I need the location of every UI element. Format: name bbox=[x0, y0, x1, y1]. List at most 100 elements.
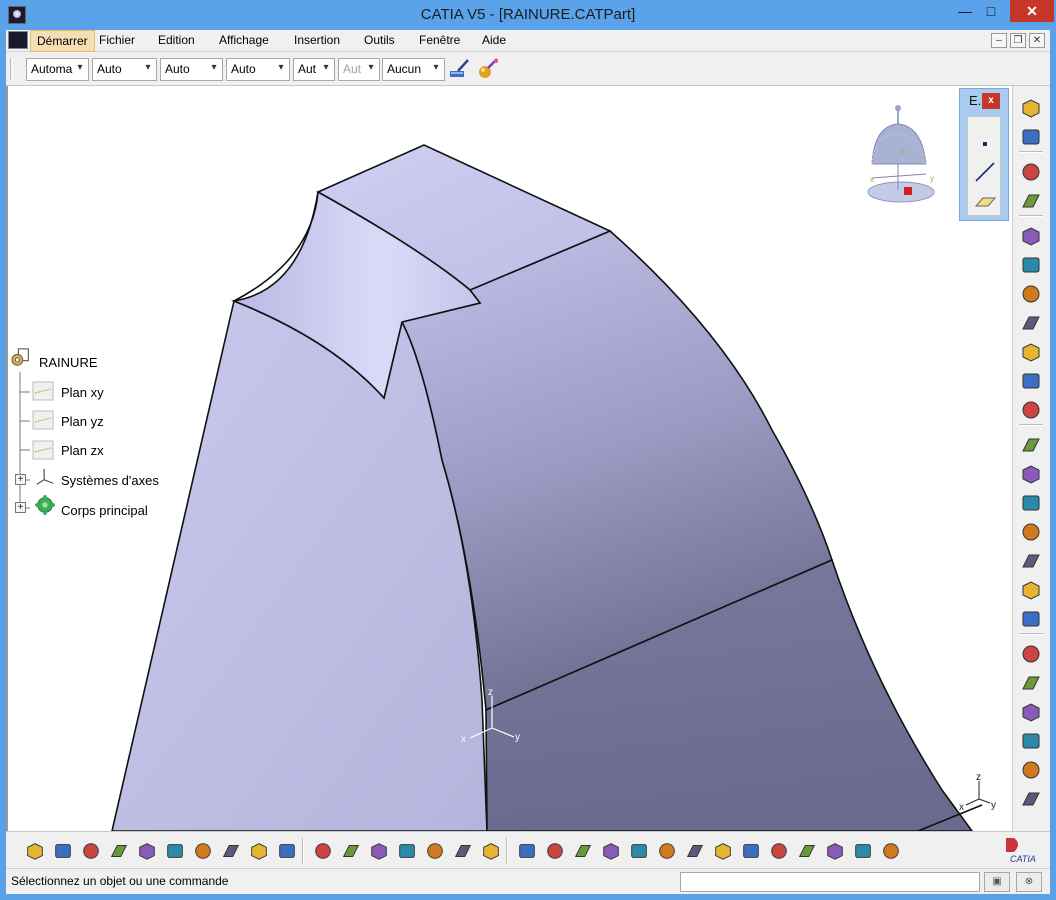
normal-view-icon[interactable] bbox=[684, 840, 706, 862]
print-icon[interactable] bbox=[108, 840, 130, 862]
rotate-icon[interactable] bbox=[600, 840, 622, 862]
point-symbol-combo[interactable]: Aut ▾ bbox=[293, 58, 335, 81]
menu-insertion[interactable]: Insertion bbox=[294, 33, 340, 47]
doc-close-button[interactable]: ✕ bbox=[1029, 33, 1045, 48]
line-thickness-combo[interactable]: Auto ▾ bbox=[160, 58, 223, 81]
menu-affichage[interactable]: Affichage bbox=[219, 33, 269, 47]
menu-aide[interactable]: Aide bbox=[482, 33, 506, 47]
expand-axis-systems-button[interactable]: + bbox=[15, 474, 26, 485]
analysis-icon[interactable] bbox=[880, 840, 902, 862]
floating-toolbar-close-button[interactable]: x bbox=[982, 93, 1000, 109]
expand-main-body-button[interactable]: + bbox=[15, 502, 26, 513]
doc-minimize-button[interactable]: – bbox=[991, 33, 1007, 48]
sew-surface-icon[interactable] bbox=[1019, 671, 1043, 695]
copy-icon[interactable] bbox=[164, 840, 186, 862]
chevron-down-icon[interactable]: ▾ bbox=[208, 62, 220, 77]
document-icon[interactable] bbox=[8, 31, 28, 49]
split-icon[interactable] bbox=[1019, 578, 1043, 602]
plane-icon[interactable] bbox=[32, 381, 54, 401]
zoom-out-icon[interactable] bbox=[656, 840, 678, 862]
cut-icon[interactable] bbox=[136, 840, 158, 862]
hide-show-icon[interactable] bbox=[452, 840, 474, 862]
tree-plane-yz[interactable]: Plan yz bbox=[61, 414, 104, 429]
part-geometry[interactable]: z x y bbox=[8, 86, 1012, 831]
plane-icon[interactable] bbox=[32, 410, 54, 430]
tree-plane-xy[interactable]: Plan xy bbox=[61, 385, 104, 400]
new-icon[interactable] bbox=[24, 840, 46, 862]
chamfer-icon[interactable] bbox=[1019, 433, 1043, 457]
plane-icon[interactable] bbox=[32, 440, 54, 460]
power-input-button[interactable]: ▣ bbox=[984, 872, 1010, 892]
shaft-icon[interactable] bbox=[1019, 253, 1043, 277]
toolbar-grip[interactable] bbox=[10, 58, 13, 80]
multi-view-icon[interactable] bbox=[712, 840, 734, 862]
chevron-down-icon[interactable]: ▾ bbox=[430, 62, 442, 77]
line-type-combo[interactable]: Auto ▾ bbox=[226, 58, 290, 81]
maximize-button[interactable]: □ bbox=[980, 0, 1002, 22]
chevron-down-icon[interactable]: ▾ bbox=[74, 62, 86, 77]
mirror-icon[interactable] bbox=[1019, 729, 1043, 753]
minimize-button[interactable]: — bbox=[954, 0, 976, 22]
menu-demarrer[interactable]: Démarrer bbox=[30, 30, 95, 52]
rib-icon[interactable] bbox=[1019, 340, 1043, 364]
part-document-icon[interactable] bbox=[10, 348, 32, 368]
doc-restore-button[interactable]: ❐ bbox=[1010, 33, 1026, 48]
pocket-icon[interactable] bbox=[1019, 224, 1043, 248]
select-arrow-icon[interactable] bbox=[1019, 125, 1043, 149]
fit-all-icon[interactable] bbox=[544, 840, 566, 862]
menu-outils[interactable]: Outils bbox=[364, 33, 395, 47]
chevron-down-icon[interactable]: ▾ bbox=[320, 62, 332, 77]
fillet-icon[interactable] bbox=[1019, 398, 1043, 422]
translate-icon[interactable] bbox=[1019, 700, 1043, 724]
scaling-icon[interactable] bbox=[1019, 787, 1043, 811]
stop-command-button[interactable]: ⊗ bbox=[1016, 872, 1042, 892]
measure-icon[interactable] bbox=[480, 840, 502, 862]
pan-icon[interactable] bbox=[572, 840, 594, 862]
groove-icon[interactable] bbox=[1019, 282, 1043, 306]
painter-brush-icon[interactable] bbox=[448, 57, 472, 81]
shell-icon[interactable] bbox=[1019, 491, 1043, 515]
compass-icon[interactable]: x y z bbox=[864, 104, 948, 214]
floating-reference-toolbar[interactable]: E. x bbox=[959, 88, 1009, 221]
sketch-edit-icon[interactable] bbox=[1019, 160, 1043, 184]
graphic-properties-icon[interactable] bbox=[476, 57, 500, 81]
pattern-icon[interactable] bbox=[1019, 758, 1043, 782]
swap-visible-icon[interactable] bbox=[852, 840, 874, 862]
whats-this-icon[interactable] bbox=[276, 840, 298, 862]
fly-icon[interactable] bbox=[516, 840, 538, 862]
surface-shading-icon[interactable] bbox=[824, 840, 846, 862]
layer-combo[interactable]: Aucun ▾ bbox=[382, 58, 445, 81]
chevron-down-icon[interactable]: ▾ bbox=[275, 62, 287, 77]
plane-icon[interactable] bbox=[973, 190, 997, 212]
axis-system-icon[interactable] bbox=[34, 467, 56, 487]
hole-icon[interactable] bbox=[1019, 311, 1043, 335]
design-table-icon[interactable] bbox=[396, 840, 418, 862]
close-surface-icon[interactable] bbox=[1019, 642, 1043, 666]
tree-plane-zx[interactable]: Plan zx bbox=[61, 443, 104, 458]
edge-shading-icon[interactable] bbox=[796, 840, 818, 862]
tree-axis-systems[interactable]: Systèmes d'axes bbox=[61, 473, 159, 488]
knowledge-comment-icon[interactable] bbox=[340, 840, 362, 862]
redo-icon[interactable] bbox=[248, 840, 270, 862]
chevron-down-icon[interactable]: ▾ bbox=[142, 62, 154, 77]
command-input[interactable] bbox=[680, 872, 980, 892]
thread-icon[interactable] bbox=[1019, 549, 1043, 573]
transparency-combo[interactable]: Auto ▾ bbox=[92, 58, 157, 81]
slot-icon[interactable] bbox=[1019, 369, 1043, 393]
undo-icon[interactable] bbox=[220, 840, 242, 862]
zoom-in-icon[interactable] bbox=[628, 840, 650, 862]
line-icon[interactable] bbox=[973, 161, 997, 183]
draft-icon[interactable] bbox=[1019, 462, 1043, 486]
shading-icon[interactable] bbox=[768, 840, 790, 862]
tree-root-rainure[interactable]: RAINURE bbox=[39, 355, 98, 370]
sketcher-icon[interactable] bbox=[1019, 96, 1043, 120]
formula-icon[interactable] bbox=[312, 840, 334, 862]
thick-surface-icon[interactable] bbox=[1019, 607, 1043, 631]
iso-view-icon[interactable] bbox=[740, 840, 762, 862]
open-icon[interactable] bbox=[52, 840, 74, 862]
tree-icon[interactable] bbox=[424, 840, 446, 862]
save-icon[interactable] bbox=[80, 840, 102, 862]
paste-icon[interactable] bbox=[192, 840, 214, 862]
thickness-icon[interactable] bbox=[1019, 520, 1043, 544]
tree-main-body[interactable]: Corps principal bbox=[61, 503, 148, 518]
